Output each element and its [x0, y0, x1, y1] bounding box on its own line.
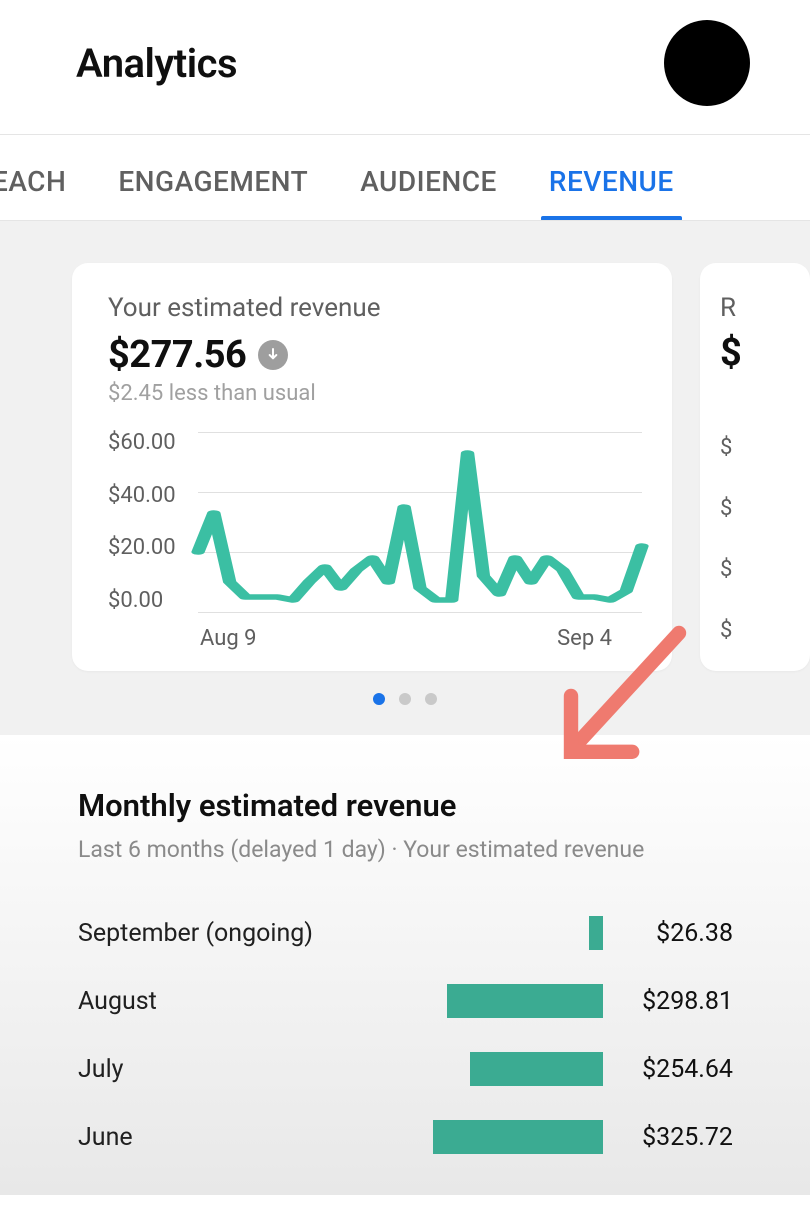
monthly-row[interactable]: July $254.64 [78, 1035, 740, 1103]
tabs: EACH ENGAGEMENT AUDIENCE REVENUE [0, 135, 810, 221]
peek-y-tick: $ [720, 557, 780, 582]
monthly-row-bar [447, 984, 603, 1018]
chart-plot [198, 432, 642, 612]
monthly-row-bar-wrap [418, 916, 603, 950]
monthly-row[interactable]: September (ongoing) $26.38 [78, 899, 740, 967]
monthly-row[interactable]: June $325.72 [78, 1103, 740, 1171]
monthly-title: Monthly estimated revenue [78, 787, 740, 824]
chart-x-axis: Aug 9 Sep 4 [108, 626, 642, 651]
monthly-subtitle: Last 6 months (delayed 1 day) · Your est… [78, 836, 740, 863]
estimated-revenue-card[interactable]: Your estimated revenue $277.56 $2.45 les… [72, 263, 672, 671]
monthly-row-label: June [78, 1123, 418, 1152]
peek-y-tick: $ [720, 496, 780, 521]
carousel-dot[interactable] [399, 693, 411, 705]
monthly-row-bar [589, 916, 603, 950]
monthly-row[interactable]: August $298.81 [78, 967, 740, 1035]
y-tick: $40.00 [108, 485, 186, 507]
tab-audience[interactable]: AUDIENCE [356, 159, 501, 220]
x-tick-end: Sep 4 [557, 626, 612, 651]
peek-y-axis: $ $ $ $ [720, 435, 780, 643]
y-tick: $60.00 [108, 432, 186, 454]
monthly-row-label: August [78, 987, 418, 1016]
monthly-row-bar-wrap [418, 1120, 603, 1154]
monthly-row-value: $325.72 [603, 1123, 733, 1152]
chart-y-axis: $60.00 $40.00 $20.00 $0.00 [108, 432, 198, 612]
revenue-amount: $277.56 [108, 333, 246, 377]
monthly-row-value: $298.81 [603, 987, 733, 1016]
monthly-row-label: July [78, 1055, 418, 1084]
revenue-panel: Your estimated revenue $277.56 $2.45 les… [0, 221, 810, 735]
carousel-dot[interactable] [373, 693, 385, 705]
next-card-peek[interactable]: R $ $ $ $ $ [700, 263, 810, 671]
tab-revenue[interactable]: REVENUE [545, 159, 678, 220]
page-title: Analytics [76, 40, 237, 87]
monthly-row-value: $26.38 [603, 919, 733, 948]
avatar[interactable] [664, 20, 750, 106]
tab-engagement[interactable]: ENGAGEMENT [114, 159, 312, 220]
peek-amount: $ [720, 331, 780, 375]
trend-down-icon [258, 340, 288, 370]
peek-y-tick: $ [720, 618, 780, 643]
monthly-row-bar [470, 1052, 603, 1086]
carousel-dots[interactable] [0, 693, 810, 705]
header: Analytics [0, 0, 810, 134]
monthly-row-bar [433, 1120, 603, 1154]
y-tick: $0.00 [108, 590, 186, 612]
card-title: Your estimated revenue [108, 293, 642, 323]
monthly-revenue-section: Monthly estimated revenue Last 6 months … [0, 735, 810, 1195]
revenue-delta-text: $2.45 less than usual [108, 381, 642, 406]
monthly-row-bar-wrap [418, 984, 603, 1018]
tab-each[interactable]: EACH [0, 159, 70, 220]
monthly-row-label: September (ongoing) [78, 919, 418, 948]
carousel-dot[interactable] [425, 693, 437, 705]
x-tick-start: Aug 9 [200, 626, 257, 651]
monthly-row-value: $254.64 [603, 1055, 733, 1084]
revenue-chart: $60.00 $40.00 $20.00 $0.00 [108, 432, 642, 612]
peek-y-tick: $ [720, 435, 780, 460]
monthly-row-bar-wrap [418, 1052, 603, 1086]
peek-title: R [720, 293, 780, 323]
y-tick: $20.00 [108, 537, 186, 559]
